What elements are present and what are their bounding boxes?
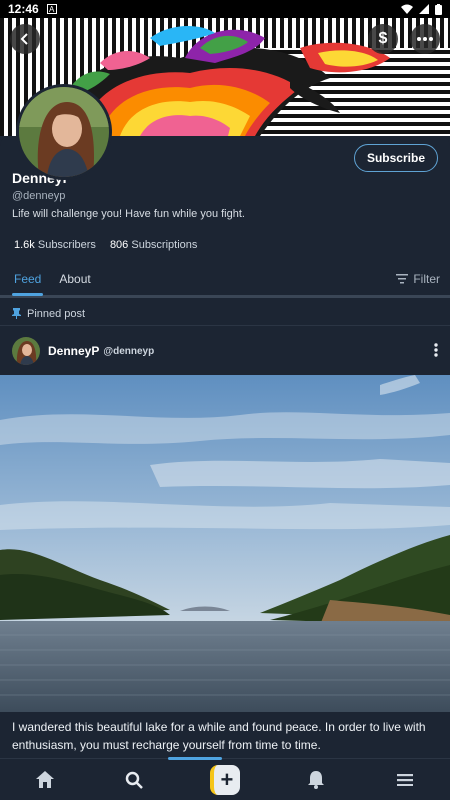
filter-label: Filter — [413, 272, 440, 286]
pinned-label: Pinned post — [27, 307, 86, 320]
nav-notifications-button[interactable] — [302, 766, 330, 794]
subscribers-stat[interactable]: 1.6k Subscribers — [14, 239, 96, 251]
dollar-icon: $ — [378, 30, 388, 47]
nav-active-indicator — [168, 757, 222, 760]
filter-button[interactable]: Filter — [396, 264, 440, 286]
avatar[interactable] — [16, 84, 112, 180]
post-author-avatar[interactable] — [12, 337, 40, 365]
avatar-photo — [19, 87, 109, 177]
post-image[interactable] — [0, 375, 450, 712]
search-icon — [126, 771, 144, 789]
pin-icon — [12, 308, 21, 319]
subscribers-label: Subscribers — [37, 239, 96, 251]
bell-icon — [307, 770, 324, 789]
chevron-left-icon — [20, 33, 28, 45]
post-author-handle: @denneyp — [103, 345, 155, 357]
post-avatar-photo — [12, 337, 40, 365]
profile-tabs: Feed About Filter — [0, 264, 450, 298]
more-options-button[interactable] — [410, 24, 440, 54]
post-author-name[interactable]: DenneyP — [48, 344, 99, 358]
subscribers-count: 1.6k — [14, 239, 35, 251]
battery-icon — [435, 3, 442, 15]
profile-stats: 1.6k Subscribers 806 Subscriptions — [14, 239, 197, 251]
home-icon — [35, 771, 54, 788]
wifi-icon — [401, 4, 413, 14]
bottom-navigation: + — [0, 757, 450, 800]
lake-photo — [0, 375, 450, 712]
tab-feed[interactable]: Feed — [11, 264, 44, 296]
nav-home-button[interactable] — [31, 766, 59, 794]
status-icons — [401, 3, 442, 15]
notification-icon: A — [46, 4, 57, 14]
status-time: 12:46 — [8, 2, 39, 16]
status-bar: 12:46 A — [0, 0, 450, 18]
tab-about[interactable]: About — [59, 264, 90, 296]
subscribe-button[interactable]: Subscribe — [353, 144, 438, 172]
signal-icon — [419, 4, 429, 14]
nav-menu-button[interactable] — [391, 766, 419, 794]
plus-icon: + — [220, 766, 234, 792]
subscriptions-label: Subscriptions — [131, 239, 198, 251]
profile-handle: @denneyp — [12, 190, 66, 202]
more-vertical-icon — [434, 343, 438, 357]
post-header: DenneyP @denneyp — [0, 327, 450, 375]
more-horizontal-icon — [417, 37, 433, 41]
profile-bio: Life will challenge you! Have fun while … — [12, 208, 245, 220]
tip-button[interactable]: $ — [368, 24, 398, 54]
post-caption: I wandered this beautiful lake for a whi… — [12, 720, 426, 752]
filter-icon — [396, 274, 409, 284]
back-button[interactable] — [10, 24, 40, 54]
subscriptions-count: 806 — [109, 239, 129, 251]
nav-search-button[interactable] — [120, 766, 148, 794]
post-menu-button[interactable] — [434, 342, 438, 360]
subscriptions-stat[interactable]: 806 Subscriptions — [110, 239, 197, 251]
menu-icon — [397, 773, 414, 786]
pinned-label-row: Pinned post — [0, 302, 450, 326]
compose-button[interactable]: + — [209, 764, 240, 795]
